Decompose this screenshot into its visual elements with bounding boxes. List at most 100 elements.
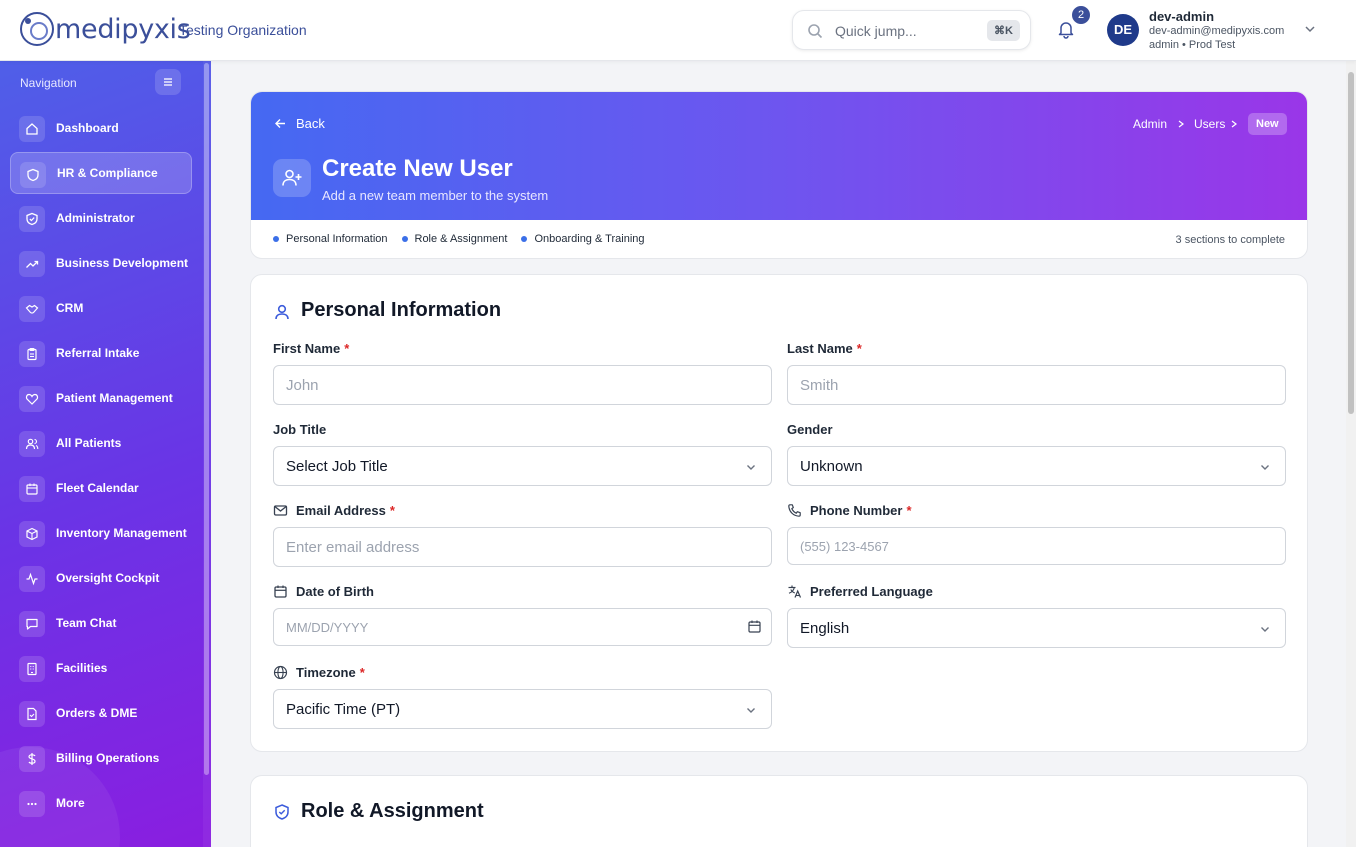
sidebar-item-dashboard[interactable]: Dashboard — [10, 107, 192, 149]
language-icon — [788, 585, 802, 598]
chevron-down-icon — [1261, 465, 1269, 470]
sidebar-item-label: Referral Intake — [56, 346, 140, 360]
sidebar-item-inventory-management[interactable]: Inventory Management — [10, 512, 192, 554]
shield-icon — [27, 168, 39, 182]
date-of-birth-wrapper — [273, 608, 772, 646]
phone-label: Phone Number * — [787, 503, 912, 518]
sidebar-item-label: Team Chat — [56, 616, 117, 630]
page-title: Create New User — [322, 155, 513, 182]
gender-select[interactable]: Unknown — [787, 446, 1286, 486]
sidebar-collapse-button[interactable] — [155, 69, 181, 95]
user-role: admin • Prod Test — [1149, 39, 1236, 51]
sidebar-item-facilities[interactable]: Facilities — [10, 647, 192, 689]
activity-icon — [26, 572, 38, 586]
building-icon — [27, 662, 37, 676]
sidebar-item-team-chat[interactable]: Team Chat — [10, 602, 192, 644]
last-name-label: Last Name * — [787, 341, 862, 356]
trending-up-icon — [26, 260, 39, 268]
calendar-picker-icon[interactable] — [747, 619, 762, 634]
required-mark: * — [856, 341, 862, 356]
avatar[interactable]: DE — [1107, 14, 1139, 46]
last-name-field[interactable] — [787, 365, 1286, 405]
sidebar-item-fleet-calendar[interactable]: Fleet Calendar — [10, 467, 192, 509]
first-name-label: First Name * — [273, 341, 350, 356]
role-assignment-section: Role & Assignment — [250, 775, 1308, 847]
sidebar-item-crm[interactable]: CRM — [10, 287, 192, 329]
shield-check-icon — [26, 212, 38, 226]
sidebar-item-hr-compliance[interactable]: HR & Compliance — [10, 152, 192, 194]
date-of-birth-label: Date of Birth — [273, 584, 374, 599]
step-personal-information[interactable]: Personal Information — [273, 233, 388, 245]
sidebar-item-label: Patient Management — [56, 391, 173, 405]
email-field[interactable] — [273, 527, 772, 567]
sidebar-item-referral-intake[interactable]: Referral Intake — [10, 332, 192, 374]
job-title-select[interactable]: Select Job Title — [273, 446, 772, 486]
sidebar-scrollbar-thumb[interactable] — [204, 63, 209, 775]
sidebar-item-all-patients[interactable]: All Patients — [10, 422, 192, 464]
organization-name[interactable]: Testing Organization — [179, 22, 307, 38]
step-onboarding-training[interactable]: Onboarding & Training — [521, 233, 645, 245]
page-header-banner: Back Admin Users New Create New User Add… — [251, 92, 1307, 220]
handshake-icon — [25, 304, 39, 314]
page-subtitle: Add a new team member to the system — [322, 188, 549, 203]
step-label: Role & Assignment — [414, 233, 508, 245]
phone-icon — [788, 504, 801, 517]
sidebar-item-label: CRM — [56, 301, 84, 315]
sidebar-item-administrator[interactable]: Administrator — [10, 197, 192, 239]
user-email: dev-admin@medipyxis.com — [1149, 25, 1285, 37]
clipboard-icon — [27, 347, 37, 361]
heart-icon — [25, 393, 39, 405]
section-title: Role & Assignment — [301, 800, 484, 822]
gender-label: Gender — [787, 422, 833, 437]
user-name: dev-admin — [1149, 9, 1215, 24]
sidebar-item-label: Oversight Cockpit — [56, 571, 160, 585]
breadcrumb-current: New — [1248, 113, 1287, 135]
sidebar: Navigation Dashboard HR & Compliance Adm… — [0, 61, 211, 847]
gender-value: Unknown — [800, 458, 863, 475]
date-of-birth-field[interactable] — [273, 608, 772, 646]
personal-information-section: Personal Information First Name* Last Na… — [250, 274, 1308, 752]
breadcrumb-users[interactable]: Users — [1194, 117, 1225, 131]
breadcrumb-admin[interactable]: Admin — [1133, 117, 1167, 131]
sidebar-item-oversight-cockpit[interactable]: Oversight Cockpit — [10, 557, 192, 599]
menu-icon — [164, 78, 172, 86]
required-mark: * — [359, 665, 365, 680]
sections-remaining: 3 sections to complete — [1175, 234, 1285, 246]
timezone-value: Pacific Time (PT) — [286, 701, 401, 718]
page-header-card: Back Admin Users New Create New User Add… — [250, 91, 1308, 259]
notification-count-badge: 2 — [1071, 5, 1091, 25]
file-icon — [27, 707, 37, 721]
sidebar-item-label: All Patients — [56, 436, 122, 450]
step-role-assignment[interactable]: Role & Assignment — [401, 233, 508, 245]
timezone-select[interactable]: Pacific Time (PT) — [273, 689, 772, 729]
sidebar-item-label: Business Development — [56, 256, 189, 270]
required-mark: * — [389, 503, 395, 518]
brand-name: medipyxis — [55, 13, 191, 45]
sidebar-item-orders-dme[interactable]: Orders & DME — [10, 692, 192, 734]
user-icon — [275, 304, 289, 320]
step-dot — [401, 236, 408, 242]
sidebar-item-label: Facilities — [56, 661, 108, 675]
shield-check-icon — [275, 804, 289, 820]
dollar-icon — [28, 753, 36, 765]
sidebar-item-patient-management[interactable]: Patient Management — [10, 377, 192, 419]
sidebar-item-billing-operations[interactable]: Billing Operations — [10, 737, 192, 779]
sidebar-title: Navigation — [20, 76, 77, 90]
sidebar-item-more[interactable]: More — [10, 782, 192, 824]
preferred-language-select[interactable]: English — [787, 608, 1286, 648]
sidebar-item-business-development[interactable]: Business Development — [10, 242, 192, 284]
quick-jump-search[interactable]: Quick jump... ⌘K — [792, 10, 1031, 50]
package-icon — [26, 527, 38, 541]
main-scrollbar-thumb[interactable] — [1348, 72, 1354, 414]
chevron-right-icon — [1178, 120, 1184, 128]
back-button[interactable]: Back — [274, 116, 325, 131]
phone-field[interactable] — [787, 527, 1286, 565]
email-label: Email Address * — [273, 503, 395, 518]
chevron-down-icon[interactable] — [1303, 22, 1317, 36]
brand-logo[interactable]: medipyxis — [20, 12, 191, 46]
shortcut-badge: ⌘K — [987, 20, 1020, 41]
first-name-field[interactable] — [273, 365, 772, 405]
job-title-value: Select Job Title — [286, 458, 388, 475]
quick-jump-placeholder: Quick jump... — [835, 23, 917, 39]
sidebar-item-label: Orders & DME — [56, 706, 138, 720]
